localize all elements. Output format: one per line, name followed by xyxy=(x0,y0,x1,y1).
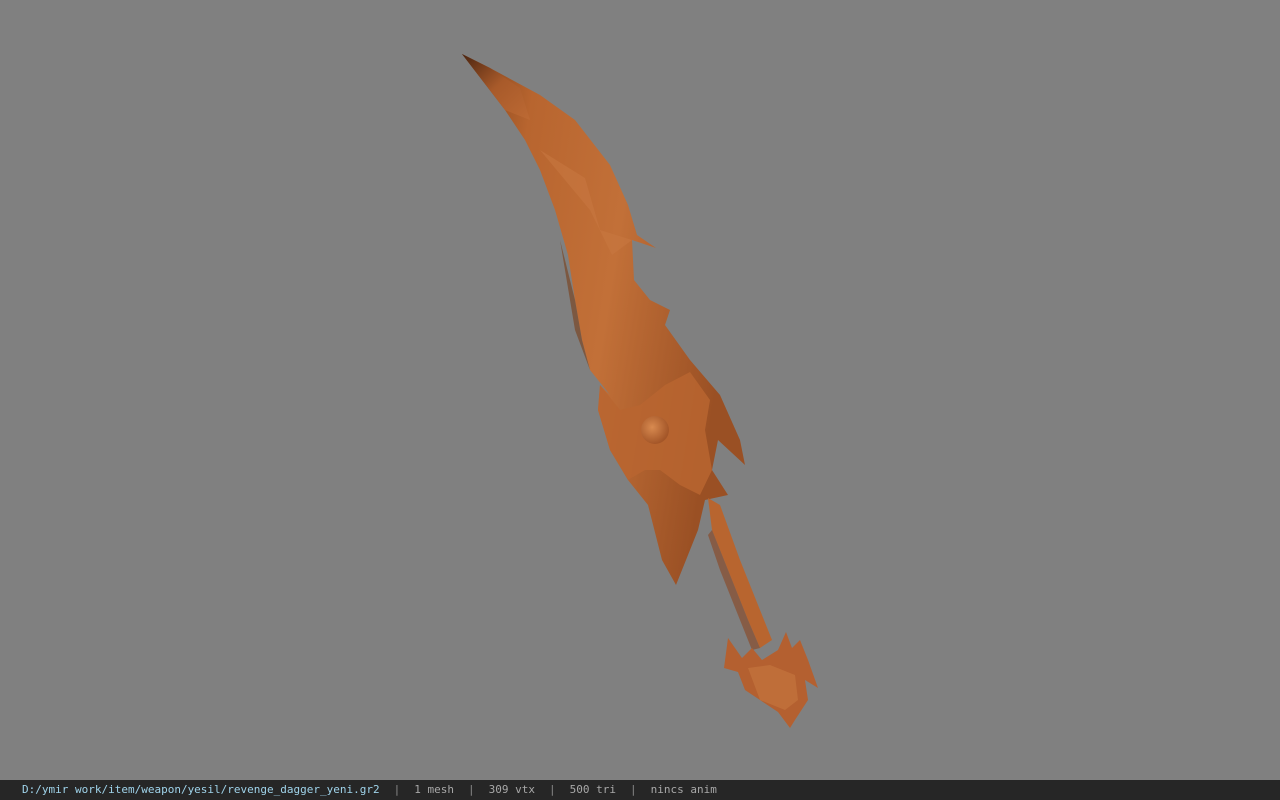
status-separator: | xyxy=(393,783,401,796)
3d-viewport[interactable] xyxy=(0,0,1280,780)
file-path: D:/ymir work/item/weapon/yesil/revenge_d… xyxy=(22,783,380,796)
status-separator: | xyxy=(468,783,475,796)
animation-status: nincs anim xyxy=(650,783,717,796)
dagger-blade xyxy=(462,54,745,585)
dagger-model xyxy=(462,54,818,728)
status-separator: | xyxy=(629,783,637,796)
mesh-count: 1 mesh xyxy=(414,783,454,796)
vertex-count: 309 vtx xyxy=(488,783,535,796)
status-separator: | xyxy=(548,783,556,796)
guard-gem xyxy=(641,416,669,444)
dagger-handle xyxy=(708,498,772,648)
status-bar: D:/ymir work/item/weapon/yesil/revenge_d… xyxy=(0,780,1280,800)
triangle-count: 500 tri xyxy=(569,783,616,796)
